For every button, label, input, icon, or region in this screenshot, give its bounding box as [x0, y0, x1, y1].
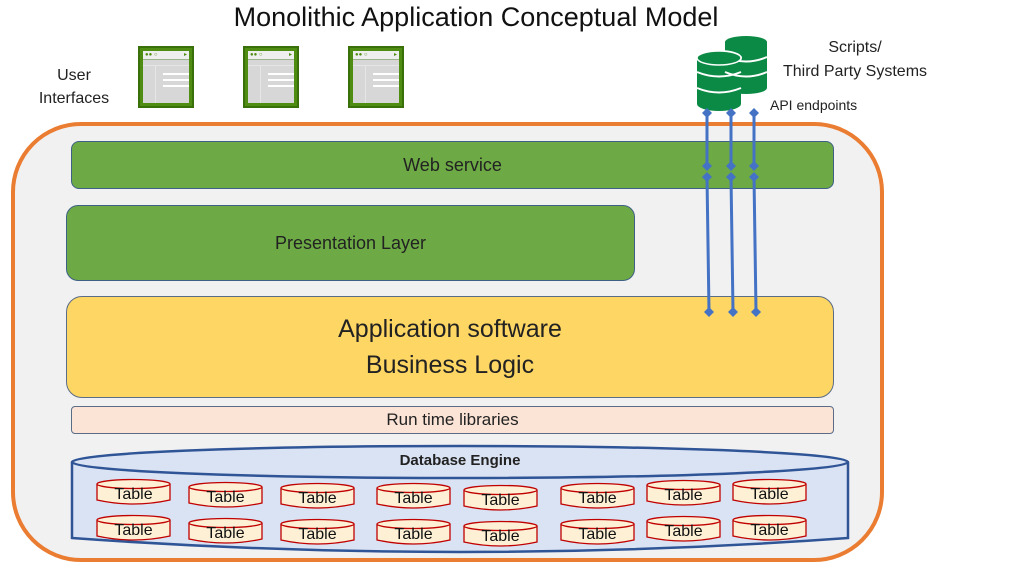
database-table: Table	[280, 482, 355, 510]
connector-endpoint	[702, 108, 712, 118]
database-engine-label: Database Engine	[399, 452, 521, 469]
table-label: Table	[664, 523, 703, 540]
external-systems-label: Scripts/ Third Party Systems	[760, 36, 950, 84]
table-label: Table	[578, 490, 617, 507]
table-label: Table	[394, 526, 433, 543]
presentation-layer: Presentation Layer	[66, 205, 635, 281]
label-line-2: Interfaces	[38, 90, 110, 107]
database-table: Table	[732, 478, 807, 506]
database-table: Table	[188, 517, 263, 545]
application-layer: Application software Business Logic	[66, 296, 834, 398]
table-label: Table	[298, 526, 337, 543]
table-label: Table	[114, 486, 153, 503]
table-label: Table	[298, 490, 337, 507]
database-table: Table	[646, 515, 721, 543]
database-table: Table	[732, 514, 807, 542]
connector-endpoint	[749, 108, 759, 118]
database-table: Table	[280, 518, 355, 546]
table-label: Table	[394, 490, 433, 507]
database-table: Table	[188, 481, 263, 509]
database-table: Table	[376, 482, 451, 510]
database-table: Table	[376, 518, 451, 546]
presentation-label: Presentation Layer	[274, 232, 427, 253]
table-label: Table	[578, 526, 617, 543]
page-title: Monolithic Application Conceptual Model	[233, 2, 719, 32]
browser-window-icon: ●● ○ ▸	[138, 46, 194, 108]
database-table: Table	[463, 520, 538, 548]
database-table: Table	[96, 514, 171, 542]
label-line-1: User	[57, 67, 91, 84]
browser-window-icon: ●● ○ ▸	[348, 46, 404, 108]
user-interfaces-label: User Interfaces	[34, 64, 114, 110]
database-table: Table	[96, 478, 171, 506]
connector-endpoint	[726, 108, 736, 118]
table-label: Table	[206, 489, 245, 506]
label-line-1: Scripts/	[828, 39, 882, 56]
database-table: Table	[463, 484, 538, 512]
table-label: Table	[750, 486, 789, 503]
runtime-libraries-layer: Run time libraries	[71, 406, 834, 434]
web-service-label: Web service	[403, 154, 502, 175]
browser-window-icon: ●● ○ ▸	[243, 46, 299, 108]
table-label: Table	[664, 487, 703, 504]
table-label: Table	[750, 522, 789, 539]
application-label-line-1: Application software	[338, 315, 562, 343]
table-label: Table	[206, 525, 245, 542]
table-label: Table	[481, 492, 520, 509]
application-label-line-2: Business Logic	[365, 351, 535, 379]
api-endpoints-label: API endpoints	[770, 97, 858, 113]
runtime-label: Run time libraries	[386, 410, 519, 429]
table-label: Table	[114, 522, 153, 539]
database-table: Table	[560, 518, 635, 546]
database-table: Table	[560, 482, 635, 510]
web-service-layer: Web service	[71, 141, 834, 189]
table-label: Table	[481, 528, 520, 545]
label-line-2: Third Party Systems	[782, 63, 928, 80]
database-table: Table	[646, 479, 721, 507]
